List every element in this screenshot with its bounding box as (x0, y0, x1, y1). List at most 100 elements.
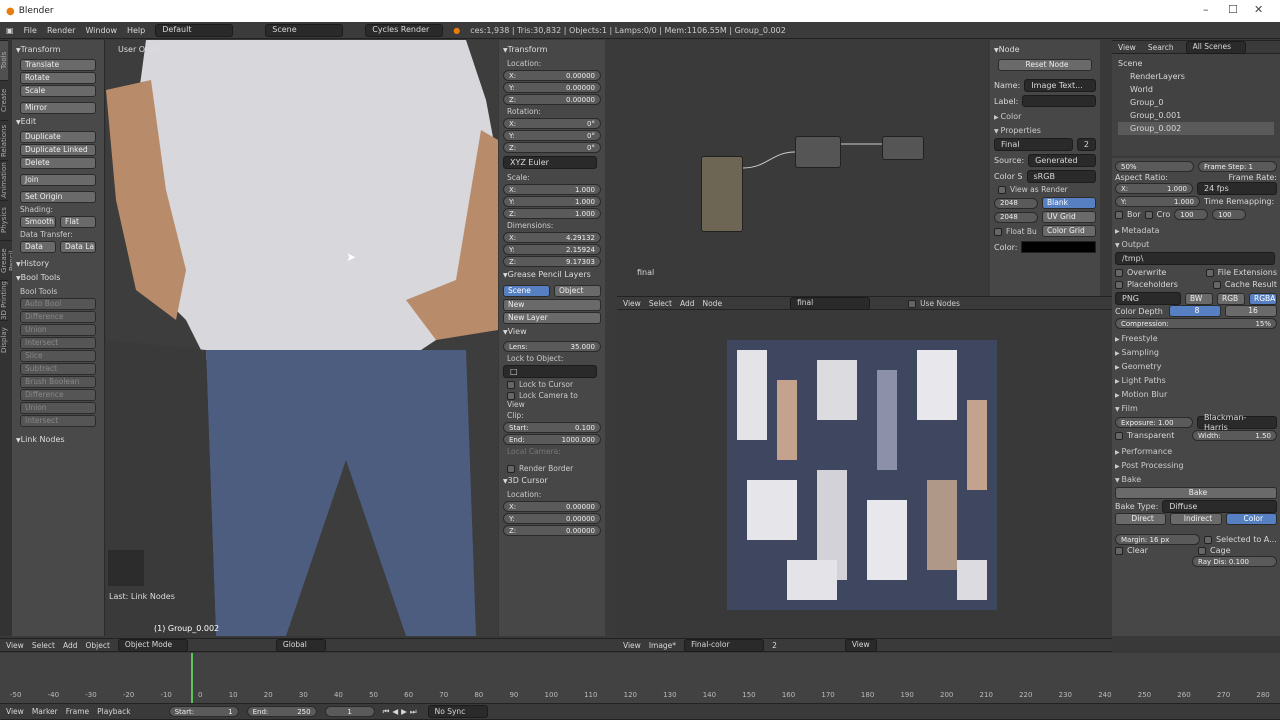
lock-cursor-checkbox[interactable]: Lock to Cursor (507, 380, 597, 389)
view3d-add-menu[interactable]: Add (63, 641, 78, 650)
view3d-select-menu[interactable]: Select (32, 641, 55, 650)
tab-create[interactable]: Create (0, 80, 8, 120)
image-view-select[interactable]: View (844, 638, 877, 652)
tab-animation[interactable]: Animation (0, 160, 8, 200)
tab-relations[interactable]: Relations (0, 120, 8, 160)
panel-sampling[interactable]: Sampling (1115, 348, 1277, 357)
tab-tools[interactable]: Tools (0, 40, 8, 80)
brush-intersect-button[interactable]: Intersect (20, 415, 96, 427)
image-height-field[interactable]: 2048 (994, 211, 1038, 223)
playhead[interactable] (191, 653, 193, 703)
aspect-x-field[interactable]: X: 1.000 (1115, 183, 1193, 194)
timeline-view-menu[interactable]: View (6, 707, 24, 716)
frame-rate-select[interactable]: 24 fps (1197, 182, 1277, 195)
outliner-item[interactable]: RenderLayers (1118, 70, 1274, 83)
rgb-button[interactable]: RGB (1217, 292, 1245, 305)
maximize-icon[interactable]: ☐ (1228, 3, 1238, 16)
node-tree-select[interactable]: final (790, 296, 871, 310)
timeline-marker-menu[interactable]: Marker (32, 707, 58, 716)
rotation-y-field[interactable]: Y: 0° (503, 130, 601, 141)
end-frame-field[interactable]: End: 250 (246, 706, 317, 717)
color-swatch[interactable] (1021, 241, 1096, 253)
timeline-frame-menu[interactable]: Frame (66, 707, 89, 716)
output-path-field[interactable]: /tmp\ (1115, 252, 1275, 265)
dimensions-x-field[interactable]: X: 4.29132 (503, 232, 601, 243)
translate-button[interactable]: Translate (20, 59, 96, 71)
data-layout-button[interactable]: Data La (60, 241, 96, 253)
location-x-field[interactable]: X: 0.00000 (503, 70, 601, 81)
panel-properties[interactable]: Properties (994, 126, 1096, 135)
view3d-object-menu[interactable]: Object (85, 641, 109, 650)
menu-window[interactable]: Window (85, 26, 117, 35)
panel-performance[interactable]: Performance (1115, 447, 1277, 456)
panel-edit[interactable]: Edit (16, 117, 100, 128)
outliner-item[interactable]: Group_0.001 (1118, 109, 1274, 122)
panel-motion-blur[interactable]: Motion Blur (1115, 390, 1277, 399)
filter-width-field[interactable]: Width: 1.50 (1192, 430, 1277, 441)
join-button[interactable]: Join (20, 174, 96, 186)
lens-field[interactable]: Lens: 35.000 (503, 341, 601, 352)
duplicate-linked-button[interactable]: Duplicate Linked (20, 144, 96, 156)
clear-checkbox[interactable]: Clear (1115, 546, 1194, 555)
outliner-item[interactable]: Scene (1118, 57, 1274, 70)
selected-to-active-checkbox[interactable]: Selected to A... (1204, 535, 1277, 544)
layout-select[interactable]: Default (155, 23, 234, 37)
render-border-checkbox[interactable]: Render Border (507, 464, 597, 473)
node-label-field[interactable] (1022, 95, 1096, 107)
node-node-menu[interactable]: Node (702, 299, 722, 308)
outliner-item[interactable]: Group_0 (1118, 96, 1274, 109)
overwrite-checkbox[interactable]: Overwrite (1115, 268, 1166, 277)
brush-difference-button[interactable]: Difference (20, 389, 96, 401)
play-controls[interactable]: ⏮◀▶⏭ (383, 707, 420, 717)
placeholders-checkbox[interactable]: Placeholders (1115, 280, 1178, 289)
auto-bool-button[interactable]: Auto Bool (20, 298, 96, 310)
panel-transform-n[interactable]: Transform (503, 45, 601, 56)
node-select-menu[interactable]: Select (649, 299, 672, 308)
smooth-button[interactable]: Smooth (20, 216, 56, 228)
rgba-button[interactable]: RGBA (1249, 292, 1277, 305)
location-y-field[interactable]: Y: 0.00000 (503, 82, 601, 93)
menu-help[interactable]: Help (127, 26, 145, 35)
image-menu[interactable]: Image* (649, 641, 676, 650)
panel-link-nodes[interactable]: Link Nodes (16, 435, 100, 446)
orientation-select[interactable]: Global (275, 638, 326, 652)
bake-button[interactable]: Bake (1115, 487, 1277, 499)
panel-bool-tools[interactable]: Bool Tools (16, 273, 100, 284)
current-frame-field[interactable]: 1 (324, 706, 375, 717)
difference-button[interactable]: Difference (20, 311, 96, 323)
render-engine-select[interactable]: Cycles Render (365, 23, 444, 37)
node-view-menu[interactable]: View (623, 299, 641, 308)
color-pass-button[interactable]: Color (1225, 513, 1277, 525)
image-users[interactable]: 2 (1076, 138, 1096, 151)
3d-viewport[interactable]: User Ortho Last: Link Nodes (1) Group_0.… (106, 40, 498, 636)
direct-button[interactable]: Direct (1115, 513, 1167, 525)
subtract-button[interactable]: Subtract (20, 363, 96, 375)
panel-light-paths[interactable]: Light Paths (1115, 376, 1277, 385)
panel-3d-cursor[interactable]: 3D Cursor (503, 476, 601, 487)
tab-display[interactable]: Display (0, 320, 8, 360)
cursor-y-field[interactable]: Y: 0.00000 (503, 513, 601, 524)
data-button[interactable]: Data (20, 241, 56, 253)
scale-y-field[interactable]: Y: 1.000 (503, 196, 601, 207)
node-add-menu[interactable]: Add (680, 299, 695, 308)
panel-metadata[interactable]: Metadata (1115, 226, 1277, 235)
view3d-view-menu[interactable]: View (6, 641, 24, 650)
node-editor[interactable]: final (617, 40, 987, 296)
color-grid-button[interactable]: Color Grid (1042, 225, 1096, 237)
dimensions-y-field[interactable]: Y: 2.15924 (503, 244, 601, 255)
scale-x-field[interactable]: X: 1.000 (503, 184, 601, 195)
crop-checkbox[interactable]: Cro (1144, 210, 1170, 219)
gp-scene-button[interactable]: Scene (503, 285, 550, 297)
dimensions-z-field[interactable]: Z: 9.17303 (503, 256, 601, 267)
tab-physics[interactable]: Physics (0, 200, 8, 240)
blank-button[interactable]: Blank (1042, 197, 1096, 209)
aspect-y-field[interactable]: Y: 1.000 (1115, 196, 1200, 207)
bw-button[interactable]: BW (1185, 292, 1213, 305)
compression-slider[interactable]: Compression: 15% (1115, 318, 1277, 329)
location-z-field[interactable]: Z: 0.00000 (503, 94, 601, 105)
image-editor[interactable] (617, 311, 1112, 636)
clip-end-field[interactable]: End: 1000.000 (503, 434, 601, 445)
panel-color[interactable]: Color (994, 112, 1096, 121)
timeline-playback-menu[interactable]: Playback (97, 707, 130, 716)
menu-file[interactable]: File (24, 26, 37, 35)
